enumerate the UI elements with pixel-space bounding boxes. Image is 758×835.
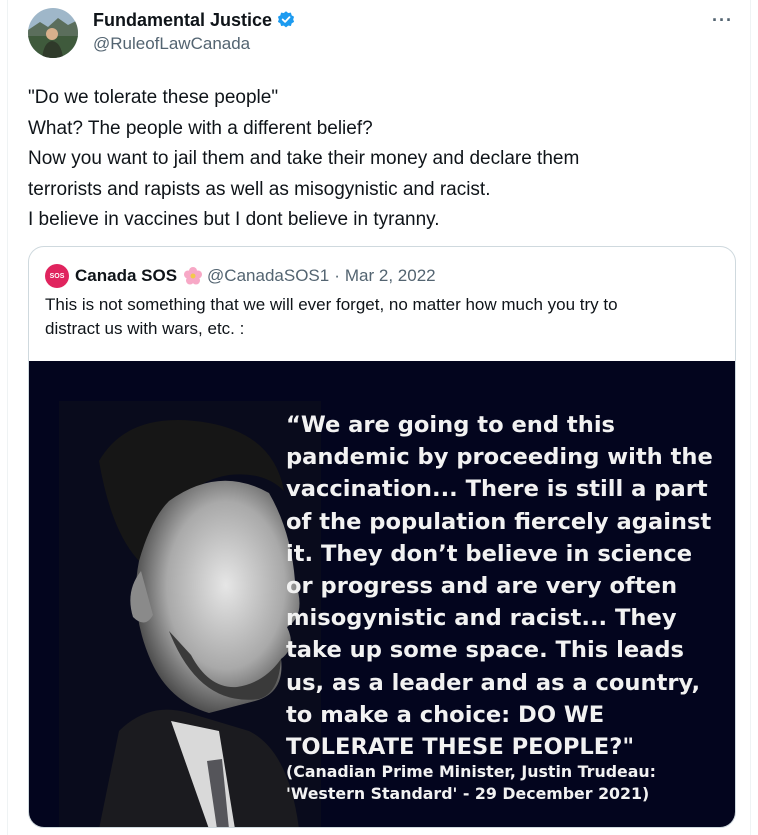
left-border (7, 0, 8, 835)
quoted-author-name: Canada SOS (75, 266, 178, 285)
quoted-author-avatar: SOS (45, 264, 69, 288)
author-avatar[interactable] (28, 8, 78, 58)
image-quote-line: it. They don’t believe in science (286, 540, 693, 567)
author-name[interactable]: Fundamental Justice (93, 10, 272, 31)
quoted-text-line: distract us with wars, etc. : (45, 319, 245, 338)
verified-badge-icon (276, 10, 296, 30)
tweet-text-line: What? The people with a different belief… (28, 117, 373, 139)
quoted-tweet-date: Mar 2, 2022 (344, 266, 436, 285)
image-quote-line: misogynistic and racist... They (286, 605, 677, 632)
cherry-blossom-icon (183, 266, 203, 286)
quoted-text-line: This is not something that we will ever … (45, 295, 618, 314)
portrait-photo (59, 401, 321, 827)
tweet-text: "Do we tolerate these people" What? The … (28, 83, 728, 236)
image-quote-line: of the population fiercely against (286, 508, 712, 535)
quoted-tweet-card[interactable]: SOS Canada SOS @CanadaSOS1 · Mar 2, 2022… (28, 246, 736, 828)
quoted-tweet-image[interactable]: “We are going to end this pandemic by pr… (29, 361, 735, 827)
image-quote-line: or progress and are very often (286, 573, 678, 600)
separator-dot: · (334, 266, 340, 285)
quoted-author-handle: @CanadaSOS1 (207, 266, 330, 285)
tweet-text-line: Now you want to jail them and take their… (28, 148, 580, 169)
image-attribution-text: (Canadian Prime Minister, Justin Trudeau… (286, 761, 731, 805)
image-quote-line: “We are going to end this (286, 412, 616, 438)
image-attribution-line: 'Western Standard' - 29 December 2021) (286, 784, 650, 803)
image-quote-line: pandemic by proceeding with the (286, 444, 713, 471)
quoted-tweet-text: This is not something that we will ever … (45, 293, 725, 341)
quoted-tweet-header: SOS Canada SOS @CanadaSOS1 · Mar 2, 2022 (45, 263, 436, 289)
tweet-text-line: terrorists and rapists as well as misogy… (28, 178, 491, 200)
image-quote-line: us, as a leader and as a country, (286, 669, 701, 696)
image-quote-line: TOLERATE THESE PEOPLE?" (286, 734, 635, 761)
image-quote-line: take up some space. This leads (286, 637, 685, 664)
tweet-text-line: I believe in vaccines but I dont believe… (28, 209, 440, 230)
more-options-icon[interactable]: ··· (712, 10, 733, 31)
author-block: Fundamental Justice @RuleofLawCanada (93, 8, 296, 54)
image-attribution-line: (Canadian Prime Minister, Justin Trudeau… (286, 762, 656, 781)
image-quote-text: “We are going to end this pandemic by pr… (286, 409, 731, 763)
right-border (750, 0, 751, 835)
image-quote-line: to make a choice: DO WE (286, 701, 605, 728)
image-quote-line: vaccination... There is still a part (286, 476, 708, 503)
author-handle[interactable]: @RuleofLawCanada (93, 34, 296, 54)
tweet-text-line: "Do we tolerate these people" (28, 87, 279, 108)
